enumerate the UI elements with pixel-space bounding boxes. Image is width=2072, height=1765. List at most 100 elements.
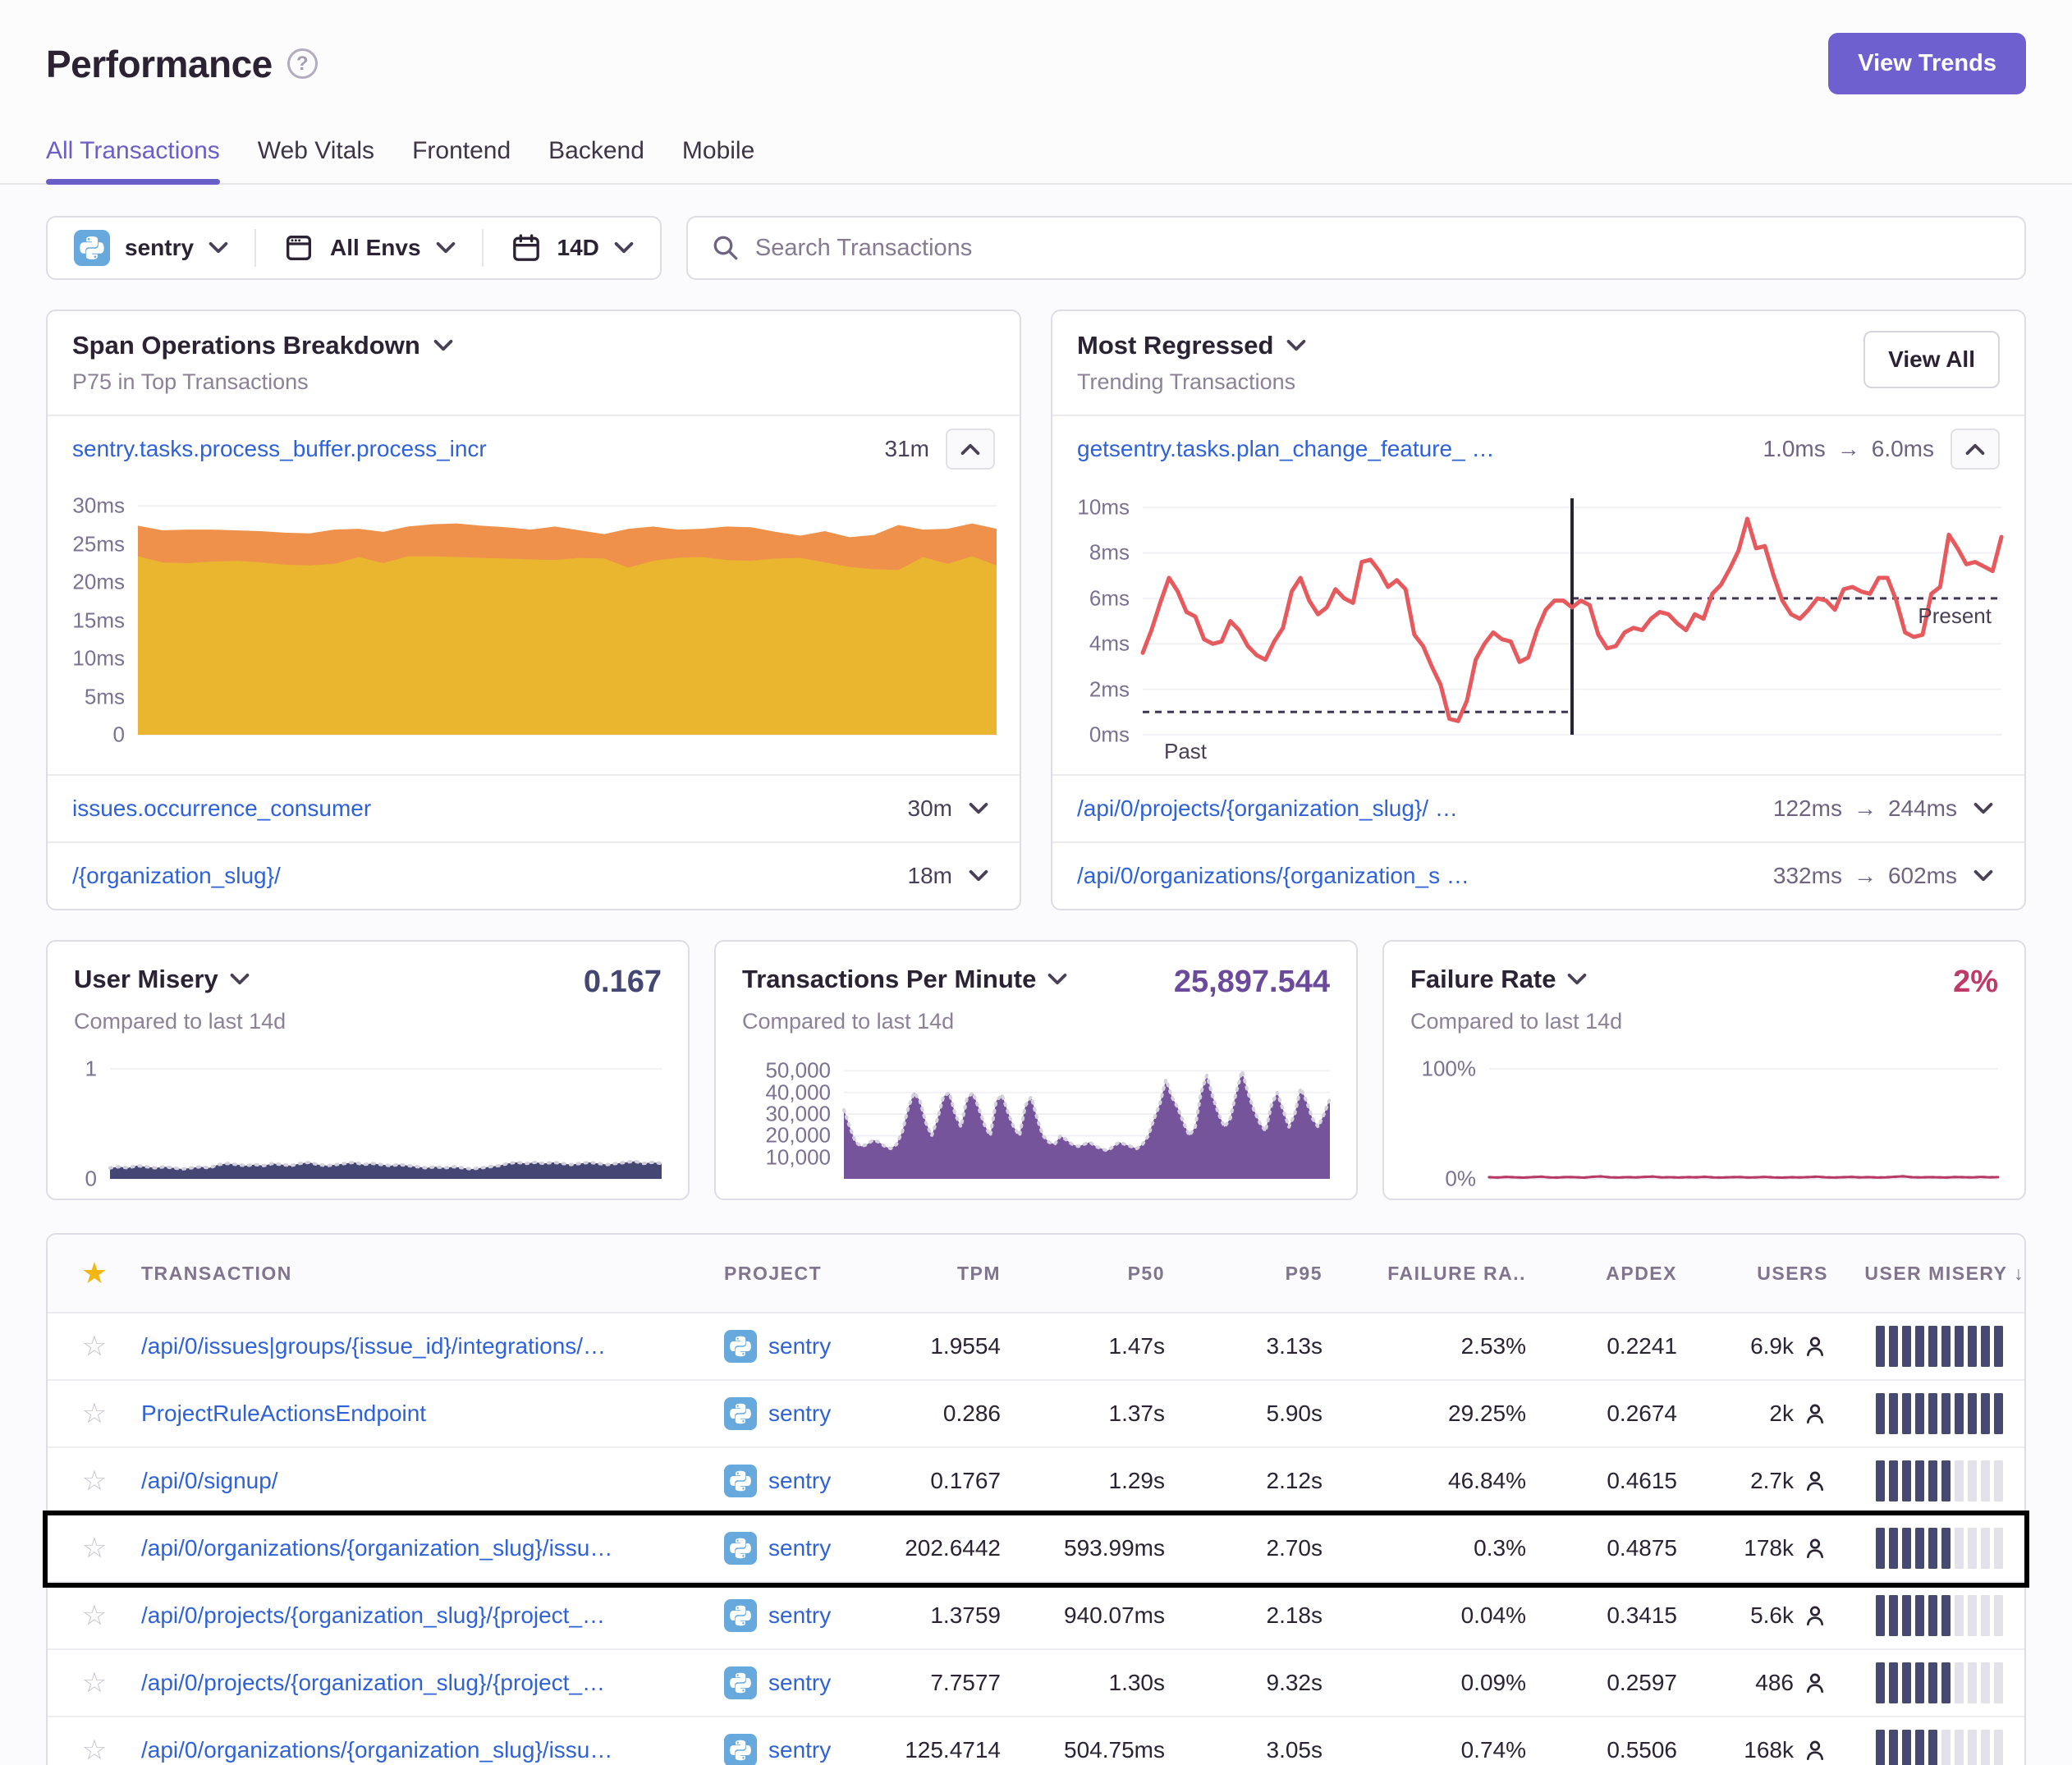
star-outline-icon[interactable]: ☆	[48, 1599, 141, 1632]
regressed-transaction-link[interactable]: /api/0/organizations/{organization_s …	[1077, 863, 1494, 889]
environment-filter[interactable]: All Envs	[256, 232, 481, 264]
star-outline-icon[interactable]: ☆	[48, 1734, 141, 1765]
tab-web-vitals[interactable]: Web Vitals	[258, 137, 374, 183]
project-link[interactable]: sentry	[724, 1666, 896, 1699]
line-chart	[1143, 498, 2001, 735]
users-value: 168k	[1677, 1737, 1828, 1763]
regressed-transaction-row: /api/0/organizations/{organization_s …33…	[1052, 841, 2024, 909]
failure-rate-mini-chart: 100%0%	[1410, 1056, 1998, 1179]
transaction-link[interactable]: /api/0/organizations/{organization_slug}…	[141, 1535, 724, 1561]
search-input[interactable]	[755, 235, 2001, 262]
failure-rate-value: 0.3%	[1323, 1535, 1526, 1561]
p50-value: 1.47s	[1001, 1333, 1165, 1359]
tab-all-transactions[interactable]: All Transactions	[46, 137, 220, 183]
card-subtitle: Compared to last 14d	[1410, 1009, 1998, 1034]
user-icon	[1802, 1602, 1828, 1629]
project-link[interactable]: sentry	[724, 1465, 896, 1497]
failure-rate-value: 0.74%	[1323, 1737, 1526, 1763]
y-axis: 10	[74, 1056, 110, 1179]
span-op-link[interactable]: sentry.tasks.process_buffer.process_incr	[72, 436, 511, 462]
expand-toggle[interactable]	[1967, 788, 2000, 829]
past-label: Past	[1164, 739, 1207, 764]
p95-value: 3.13s	[1165, 1333, 1323, 1359]
transaction-link[interactable]: /api/0/organizations/{organization_slug}…	[141, 1737, 724, 1763]
project-filter[interactable]: sentry	[48, 230, 254, 266]
col-transaction[interactable]: TRANSACTION	[141, 1263, 724, 1285]
transaction-link[interactable]: /api/0/issues|groups/{issue_id}/integrat…	[141, 1333, 724, 1359]
user-misery-chart	[1828, 1393, 2024, 1434]
regressed-transaction-link[interactable]: /api/0/projects/{organization_slug}/ …	[1077, 795, 1483, 822]
help-icon[interactable]: ?	[287, 48, 318, 79]
star-outline-icon[interactable]: ☆	[48, 1666, 141, 1699]
view-trends-button[interactable]: View Trends	[1828, 33, 2026, 94]
p95-value: 5.90s	[1165, 1401, 1323, 1427]
window-icon	[282, 232, 315, 264]
table-row: ☆ProjectRuleActionsEndpointsentry0.2861.…	[48, 1381, 2024, 1448]
expand-toggle[interactable]	[962, 788, 995, 829]
regressed-transaction-row: getsentry.tasks.plan_change_feature_ … 1.…	[1052, 415, 2024, 482]
user-misery-chart	[1828, 1528, 2024, 1569]
failure-rate-value: 2%	[1953, 965, 1998, 1000]
collapse-toggle[interactable]	[1951, 429, 2000, 470]
tpm-card-title[interactable]: Transactions Per Minute	[742, 965, 1067, 994]
duration-value: 1.0ms→6.0ms	[1763, 436, 1935, 462]
regressed-transaction-link[interactable]: getsentry.tasks.plan_change_feature_ …	[1077, 436, 1519, 462]
users-value: 2.7k	[1677, 1468, 1828, 1494]
span-op-link[interactable]: /{organization_slug}/	[72, 863, 305, 889]
table-row: ☆/api/0/organizations/{organization_slug…	[48, 1717, 2024, 1765]
date-range-filter[interactable]: 14D	[484, 232, 660, 264]
transaction-link[interactable]: /api/0/projects/{organization_slug}/{pro…	[141, 1670, 724, 1696]
date-range-filter-label: 14D	[557, 235, 599, 261]
project-link[interactable]: sentry	[724, 1734, 896, 1765]
project-link[interactable]: sentry	[724, 1397, 896, 1430]
tab-frontend[interactable]: Frontend	[412, 137, 511, 183]
project-link[interactable]: sentry	[724, 1532, 896, 1565]
user-misery-chart	[1828, 1662, 2024, 1703]
failure-rate-card-title[interactable]: Failure Rate	[1410, 965, 1587, 994]
line-chart	[1489, 1056, 1998, 1179]
span-op-link[interactable]: issues.occurrence_consumer	[72, 795, 396, 822]
col-user-misery[interactable]: USER MISERY ↓	[1828, 1263, 2024, 1285]
expand-toggle[interactable]	[1967, 855, 2000, 896]
user-misery-card-title[interactable]: User Misery	[74, 965, 250, 994]
expand-toggle[interactable]	[962, 855, 995, 896]
col-p50[interactable]: P50	[1001, 1263, 1165, 1285]
span-op-row: issues.occurrence_consumer30m	[48, 774, 1020, 841]
python-icon	[724, 1330, 757, 1363]
tab-mobile[interactable]: Mobile	[682, 137, 754, 183]
star-outline-icon[interactable]: ☆	[48, 1397, 141, 1430]
y-axis: 100%0%	[1410, 1056, 1489, 1179]
user-icon	[1802, 1535, 1828, 1561]
python-icon	[724, 1465, 757, 1497]
apdex-value: 0.2241	[1526, 1333, 1677, 1359]
col-tpm[interactable]: TPM	[896, 1263, 1001, 1285]
user-misery-chart	[1828, 1730, 2024, 1765]
star-outline-icon[interactable]: ☆	[48, 1465, 141, 1497]
project-link[interactable]: sentry	[724, 1599, 896, 1632]
search-icon	[711, 233, 740, 263]
col-p95[interactable]: P95	[1165, 1263, 1323, 1285]
col-project[interactable]: PROJECT	[724, 1263, 896, 1285]
tab-backend[interactable]: Backend	[548, 137, 644, 183]
p50-value: 504.75ms	[1001, 1737, 1165, 1763]
regressed-panel-title[interactable]: Most Regressed	[1077, 331, 1306, 360]
star-outline-icon[interactable]: ☆	[48, 1532, 141, 1565]
view-all-button[interactable]: View All	[1863, 331, 2000, 388]
project-link[interactable]: sentry	[724, 1330, 896, 1363]
transaction-link[interactable]: /api/0/signup/	[141, 1468, 724, 1494]
transaction-link[interactable]: /api/0/projects/{organization_slug}/{pro…	[141, 1602, 724, 1629]
table-header: ★TRANSACTIONPROJECTTPMP50P95FAILURE RA..…	[48, 1235, 2024, 1313]
chevron-down-icon	[433, 339, 453, 352]
users-value: 6.9k	[1677, 1333, 1828, 1359]
col-failure-ra[interactable]: FAILURE RA..	[1323, 1263, 1526, 1285]
col-apdex[interactable]: APDEX	[1526, 1263, 1677, 1285]
search-bar[interactable]	[686, 216, 2026, 280]
collapse-toggle[interactable]	[946, 429, 995, 470]
span-panel-title[interactable]: Span Operations Breakdown	[72, 331, 453, 360]
span-operations-panel: Span Operations Breakdown P75 in Top Tra…	[46, 309, 1021, 910]
star-outline-icon[interactable]: ☆	[48, 1330, 141, 1363]
col-users[interactable]: USERS	[1677, 1263, 1828, 1285]
transaction-link[interactable]: ProjectRuleActionsEndpoint	[141, 1401, 724, 1427]
tpm-value: 0.1767	[896, 1468, 1001, 1494]
duration-value: 122ms→244ms	[1773, 795, 1957, 822]
